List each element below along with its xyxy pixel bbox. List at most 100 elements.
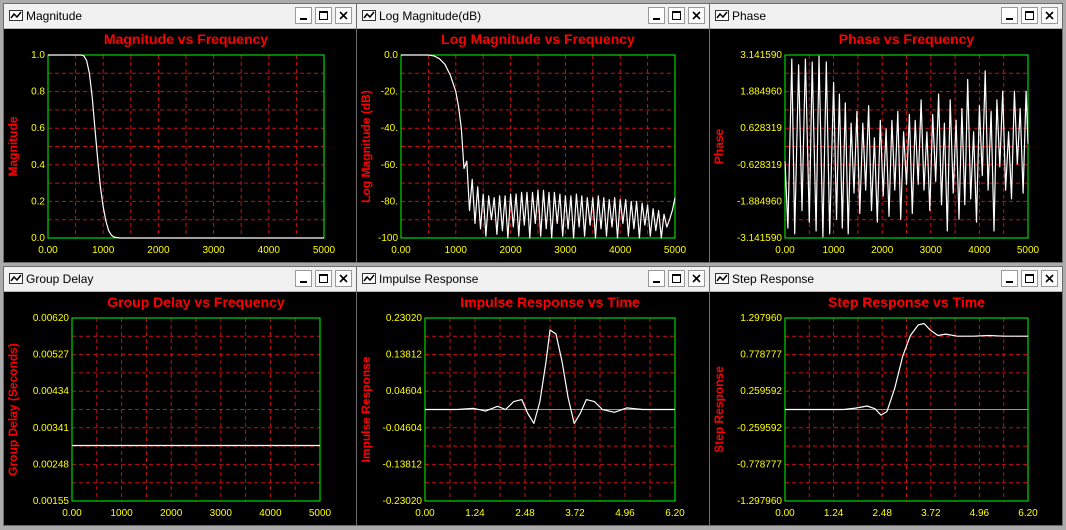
- chart-app-icon: [9, 273, 23, 284]
- x-tick-label: 1.24: [465, 508, 485, 519]
- y-tick-label: 0.4: [31, 160, 45, 171]
- y-tick-label: 0.00155: [33, 496, 70, 507]
- y-tick-label: 0.00620: [33, 313, 70, 324]
- x-tick-label: 2.48: [872, 508, 892, 519]
- window-title-bar[interactable]: Log Magnitude(dB): [357, 4, 709, 29]
- y-tick-label: -0.259592: [737, 423, 782, 434]
- close-button[interactable]: [1041, 270, 1058, 287]
- chart-title: Phase vs Frequency: [839, 31, 975, 47]
- y-tick-label: 3.141590: [740, 50, 782, 61]
- minimize-icon: [1006, 18, 1013, 20]
- window-title: Impulse Response: [379, 272, 479, 286]
- chart-title: Group Delay vs Frequency: [107, 294, 285, 310]
- maximize-icon: [319, 11, 328, 20]
- window-title: Magnitude: [26, 9, 83, 23]
- y-tick-label: 0.23020: [386, 313, 423, 324]
- y-tick-label: -0.628319: [737, 160, 782, 171]
- close-icon: [339, 11, 348, 20]
- close-button[interactable]: [688, 7, 705, 24]
- chart-title: Impulse Response vs Time: [460, 294, 640, 310]
- close-button[interactable]: [335, 7, 352, 24]
- minimize-button[interactable]: [1001, 7, 1018, 24]
- chart-plot-area: Log Magnitude vs Frequency 0.00 1000 2000 30…: [357, 29, 709, 262]
- y-tick-label: -100: [378, 233, 398, 244]
- x-tick-label: 3000: [920, 245, 943, 256]
- x-tick-label: 2.48: [515, 508, 535, 519]
- maximize-icon: [1025, 11, 1034, 20]
- y-tick-label: -0.23020: [383, 496, 423, 507]
- x-tick-label: 2000: [160, 508, 183, 519]
- close-button[interactable]: [688, 270, 705, 287]
- y-tick-label: -0.13812: [383, 459, 423, 470]
- x-tick-label: 0.00: [415, 508, 435, 519]
- minimize-button[interactable]: [648, 7, 665, 24]
- x-tick-label: 2000: [147, 245, 170, 256]
- y-tick-label: 0.628319: [740, 123, 782, 134]
- maximize-button[interactable]: [315, 270, 332, 287]
- chart-plot-area: Magnitude vs Frequency 0.00 1000 2000 3000 40…: [4, 29, 356, 262]
- window-title-bar[interactable]: Group Delay: [4, 267, 356, 292]
- y-tick-label: 0.13812: [386, 350, 423, 361]
- window-title: Phase: [732, 9, 767, 23]
- close-icon: [692, 11, 701, 20]
- maximize-button[interactable]: [668, 7, 685, 24]
- window-title: Step Response: [732, 272, 815, 286]
- x-tick-label: 0.00: [391, 245, 411, 256]
- x-tick-label: 2000: [499, 245, 522, 256]
- window-title-bar[interactable]: Step Response: [710, 267, 1062, 292]
- y-tick-label: 0.2: [31, 196, 45, 207]
- maximize-button[interactable]: [315, 7, 332, 24]
- chart-app-icon: [9, 10, 23, 21]
- maximize-icon: [672, 11, 681, 20]
- window-title-bar[interactable]: Magnitude: [4, 4, 356, 29]
- window-title-bar[interactable]: Phase: [710, 4, 1062, 29]
- y-tick-label: -1.884960: [737, 196, 782, 207]
- x-tick-label: 2000: [871, 245, 894, 256]
- chart-title: Step Response vs Time: [828, 294, 985, 310]
- x-tick-label: 5000: [309, 508, 332, 519]
- minimize-icon: [300, 281, 307, 283]
- x-tick-label: 4.96: [970, 508, 990, 519]
- y-tick-label: -0.04604: [383, 423, 423, 434]
- x-tick-label: 4000: [258, 245, 281, 256]
- x-tick-label: 3000: [202, 245, 225, 256]
- minimize-button[interactable]: [1001, 270, 1018, 287]
- x-tick-label: 0.00: [38, 245, 58, 256]
- y-axis-label: Step Response: [712, 366, 726, 453]
- chart-window: Log Magnitude(dB) Log Magnitude vs Freque…: [356, 3, 710, 263]
- x-tick-label: 0.00: [775, 245, 795, 256]
- minimize-button[interactable]: [648, 270, 665, 287]
- chart-plot-area: Step Response vs Time 0.00 1.24 2.48 3.72 4.9…: [710, 292, 1062, 525]
- x-tick-label: 5000: [1017, 245, 1040, 256]
- maximize-button[interactable]: [1021, 7, 1038, 24]
- window-title-bar[interactable]: Impulse Response: [357, 267, 709, 292]
- y-tick-label: -60.: [381, 160, 398, 171]
- y-axis-label: Group Delay (Seconds): [6, 343, 20, 476]
- chart-plot-area: Group Delay vs Frequency 0.00 1000 2000 3000…: [4, 292, 356, 525]
- chart-window: Group Delay Group Delay vs Frequency 0.00 1…: [3, 266, 357, 526]
- x-tick-label: 3000: [210, 508, 233, 519]
- maximize-button[interactable]: [1021, 270, 1038, 287]
- minimize-icon: [653, 281, 660, 283]
- minimize-button[interactable]: [295, 7, 312, 24]
- x-tick-label: 3.72: [565, 508, 585, 519]
- minimize-button[interactable]: [295, 270, 312, 287]
- maximize-button[interactable]: [668, 270, 685, 287]
- close-button[interactable]: [1041, 7, 1058, 24]
- chart-window: Magnitude Magnitude vs Frequency 0.00 1000 2…: [3, 3, 357, 263]
- y-axis-label: Phase: [712, 128, 726, 164]
- close-icon: [1045, 11, 1054, 20]
- y-tick-label: 0.04604: [386, 386, 423, 397]
- y-axis-label: Impulse Response: [359, 356, 373, 462]
- x-tick-label: 6.20: [1018, 508, 1038, 519]
- maximize-icon: [672, 274, 681, 283]
- y-tick-label: 0.00248: [33, 459, 70, 470]
- y-tick-label: 0.6: [31, 123, 45, 134]
- y-tick-label: 0.778777: [740, 350, 782, 361]
- close-button[interactable]: [335, 270, 352, 287]
- y-tick-label: -3.141590: [737, 233, 782, 244]
- y-tick-label: 0.00341: [33, 423, 70, 434]
- x-tick-label: 4000: [609, 245, 632, 256]
- x-tick-label: 4.96: [615, 508, 635, 519]
- minimize-icon: [653, 18, 660, 20]
